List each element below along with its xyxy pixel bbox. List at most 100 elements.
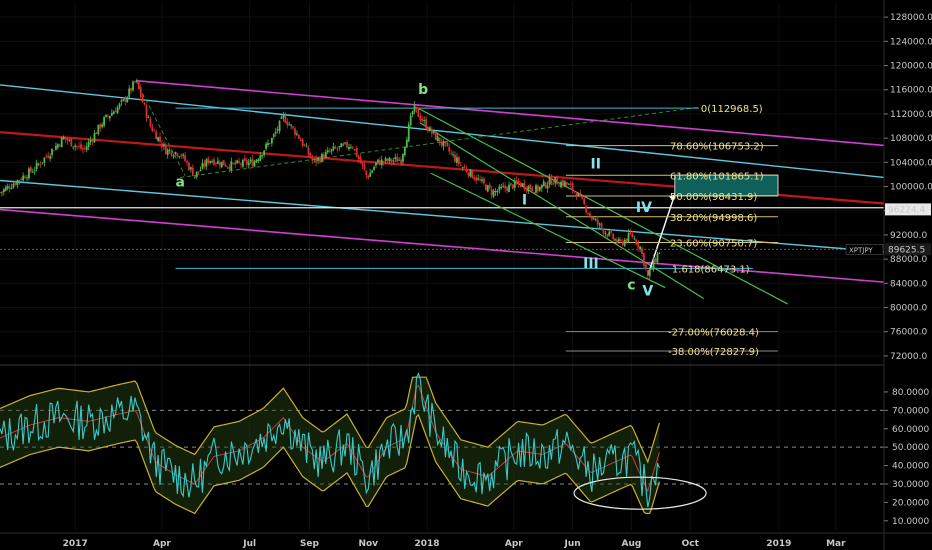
candle-body <box>380 159 383 166</box>
candle-body <box>319 158 321 163</box>
candle-body <box>220 161 223 168</box>
candle-body <box>535 185 537 193</box>
candle-body <box>311 158 314 161</box>
candle-body <box>205 159 208 167</box>
candle-body <box>602 228 605 234</box>
candle-body <box>168 150 171 152</box>
candle-body <box>47 155 50 158</box>
candle-body <box>110 113 113 116</box>
fib-level-label: 23.60%(90750.7) <box>670 238 757 249</box>
candle-body <box>338 146 341 148</box>
candle-body <box>506 187 508 191</box>
candle-body <box>197 171 200 173</box>
candle-body <box>378 160 381 166</box>
candle-body <box>228 166 231 170</box>
price-tick-label: 104000.0 <box>890 158 932 168</box>
candle-body <box>130 88 133 91</box>
candle-body <box>344 142 347 144</box>
candle-body <box>118 103 121 107</box>
candle-body <box>305 146 308 148</box>
candle-body <box>265 143 267 149</box>
time-tick-label: Mar <box>826 539 846 549</box>
candle-body <box>137 81 140 89</box>
candle-body <box>80 144 82 149</box>
candle-body <box>479 179 481 181</box>
time-tick-label: Jul <box>242 539 256 549</box>
candle-body <box>361 162 364 166</box>
candle-body <box>432 131 435 133</box>
time-tick-label: Sep <box>300 539 320 549</box>
candle-body <box>132 81 134 91</box>
candle-body <box>560 181 562 188</box>
rsi-tick-label: 30.0000 <box>892 480 929 490</box>
candle-body <box>375 162 377 166</box>
candle-body <box>531 187 534 191</box>
price-tick-label: 84000.0 <box>890 279 927 289</box>
candle-body <box>282 114 285 118</box>
candle-body <box>166 149 169 155</box>
candle-body <box>342 144 345 146</box>
candle-body <box>334 147 337 149</box>
candle-body <box>537 185 539 192</box>
green-dashed-wave-a <box>135 80 186 176</box>
candle-body <box>336 148 339 150</box>
candle-body <box>184 155 186 162</box>
candle-body <box>159 136 161 142</box>
candle-body <box>112 111 115 115</box>
candle-body <box>41 162 44 164</box>
candle-body <box>201 162 204 169</box>
candle-body <box>413 105 416 112</box>
candle-body <box>134 81 136 83</box>
candle-body <box>438 137 441 143</box>
candle-body <box>259 155 262 161</box>
candle-body <box>207 158 210 164</box>
rsi-indicator <box>0 371 707 515</box>
cyan-channel-upper <box>0 84 885 179</box>
candle-body <box>490 188 493 195</box>
candle-body <box>31 171 34 173</box>
candle-body <box>511 184 514 189</box>
fib-level-label: 38.20%(94998.6) <box>670 213 757 224</box>
candle-body <box>29 167 32 172</box>
candle-body <box>521 183 524 186</box>
candle-body <box>301 139 304 146</box>
candle-body <box>519 182 522 188</box>
candle-body <box>587 213 589 215</box>
candle-body <box>363 164 366 170</box>
chart-canvas: 0(112968.5) 78.60%(106753.2) 61.80%(101865… <box>0 0 932 550</box>
rsi-tick-label: 70.0000 <box>892 406 929 416</box>
candle-body <box>614 239 616 241</box>
candle-body <box>554 177 557 184</box>
candle-body <box>346 142 348 148</box>
candle-body <box>161 143 163 148</box>
rsi-tick-label: 10.0000 <box>892 517 929 527</box>
price-tick-label: 100000.0 <box>890 183 932 193</box>
candle-body <box>242 159 244 167</box>
candle-body <box>62 137 65 140</box>
candle-body <box>257 159 260 162</box>
magenta-channel-upper <box>135 79 885 147</box>
candle-body <box>585 205 588 213</box>
candle-body <box>403 147 406 156</box>
candle-body <box>444 141 447 144</box>
candle-body <box>369 172 372 177</box>
candle-body <box>538 186 541 191</box>
candle-body <box>469 169 472 177</box>
candle-body <box>284 115 287 123</box>
candle-body <box>324 152 327 158</box>
candle-body <box>540 184 543 189</box>
candle-body <box>525 188 528 191</box>
candle-body <box>492 190 495 197</box>
candle-body <box>332 146 335 150</box>
candle-body <box>367 175 370 179</box>
candle-body <box>101 124 104 127</box>
candle-body <box>292 126 294 128</box>
candle-body <box>107 115 109 117</box>
candle-body <box>70 138 73 147</box>
wave-label: I <box>522 193 527 209</box>
candle-body <box>288 124 291 126</box>
candle-body <box>8 187 11 189</box>
candle-body <box>355 147 358 157</box>
candle-body <box>269 143 271 144</box>
candle-body <box>405 139 408 148</box>
